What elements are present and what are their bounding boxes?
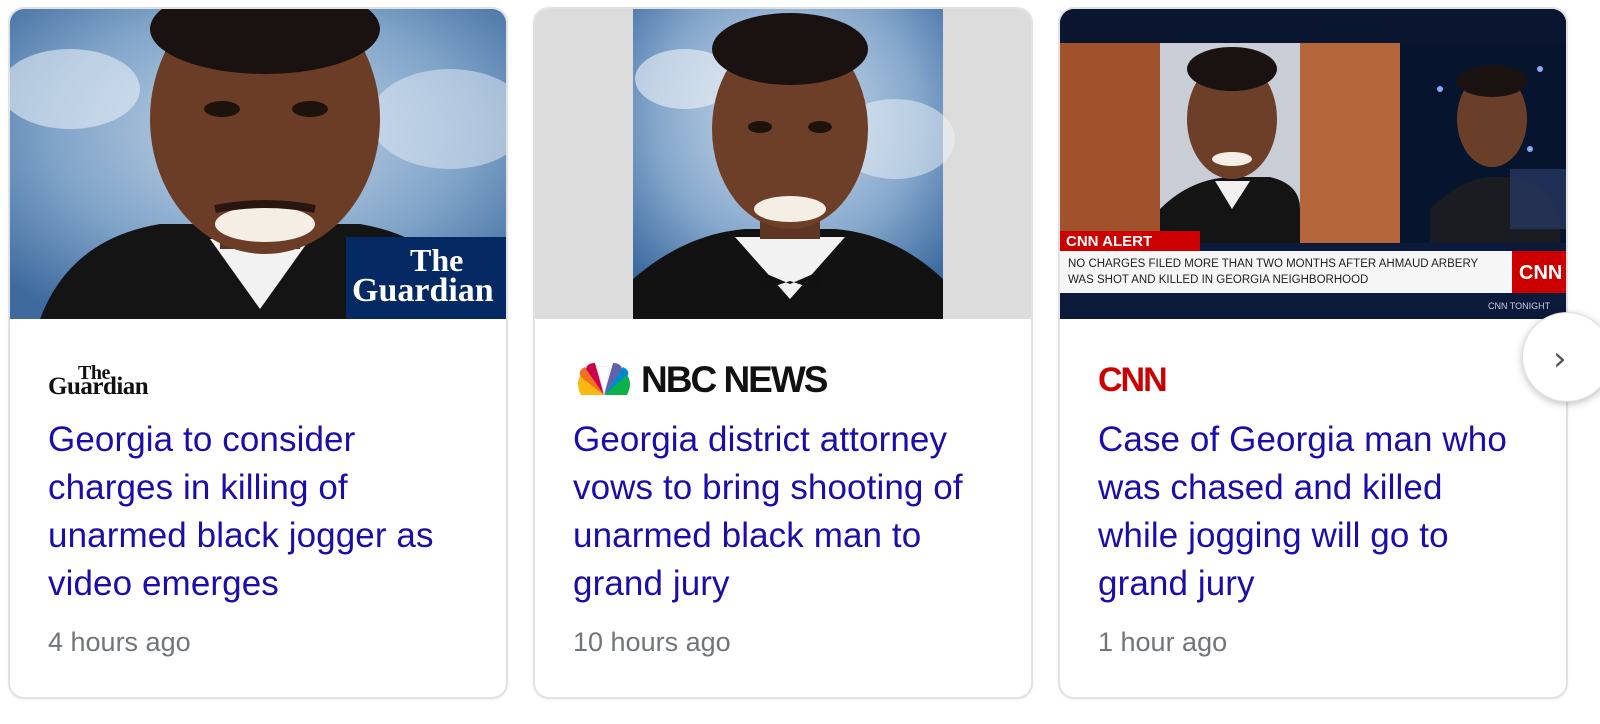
news-card[interactable]: NBC NEWS Georgia district attorney vows … [533,7,1033,699]
article-headline-link[interactable]: Georgia district attorney vows to bring … [573,416,993,608]
article-timestamp: 1 hour ago [1098,627,1228,657]
cnn-logo-text: CNN [1098,360,1168,399]
news-card[interactable]: CNN ALERT NO CHARGES FILED MORE THAN TWO… [1058,7,1568,699]
article-timestamp: 10 hours ago [573,627,731,657]
article-headline-link[interactable]: Georgia to consider charges in killing o… [48,416,468,608]
news-carousel: The Guardian The Guardian Georgia to con… [0,0,1600,724]
nbc-peacock-icon [578,363,630,396]
cnn-bug-text: CNN [1519,262,1562,284]
cnn-alert-line1: NO CHARGES FILED MORE THAN TWO MONTHS AF… [1068,258,1479,270]
chevron-right-icon: › [1553,339,1567,379]
article-thumbnail[interactable] [535,9,1031,319]
article-thumbnail[interactable]: CNN ALERT NO CHARGES FILED MORE THAN TWO… [1060,9,1566,319]
cnn-alert-label: CNN ALERT [1066,233,1152,250]
article-timestamp: 4 hours ago [48,627,191,657]
article-thumbnail[interactable]: The Guardian [10,9,506,319]
logo-line2: Guardian [48,373,149,400]
news-card[interactable]: The Guardian The Guardian Georgia to con… [8,7,508,699]
nbc-logo-text: NBC NEWS [641,359,828,400]
source-logo: The Guardian [48,359,468,401]
cnn-alert-line2: WAS SHOT AND KILLED IN GEORGIA NEIGHBORH… [1068,274,1368,286]
source-logo: CNN [1098,359,1528,401]
article-headline-link[interactable]: Case of Georgia man who was chased and k… [1098,416,1528,608]
source-logo: NBC NEWS [573,359,993,401]
thumb-brand-line2: Guardian [352,272,494,309]
cnn-tonight-label: CNN TONIGHT [1488,301,1551,311]
guardian-logo: The Guardian [48,363,149,400]
